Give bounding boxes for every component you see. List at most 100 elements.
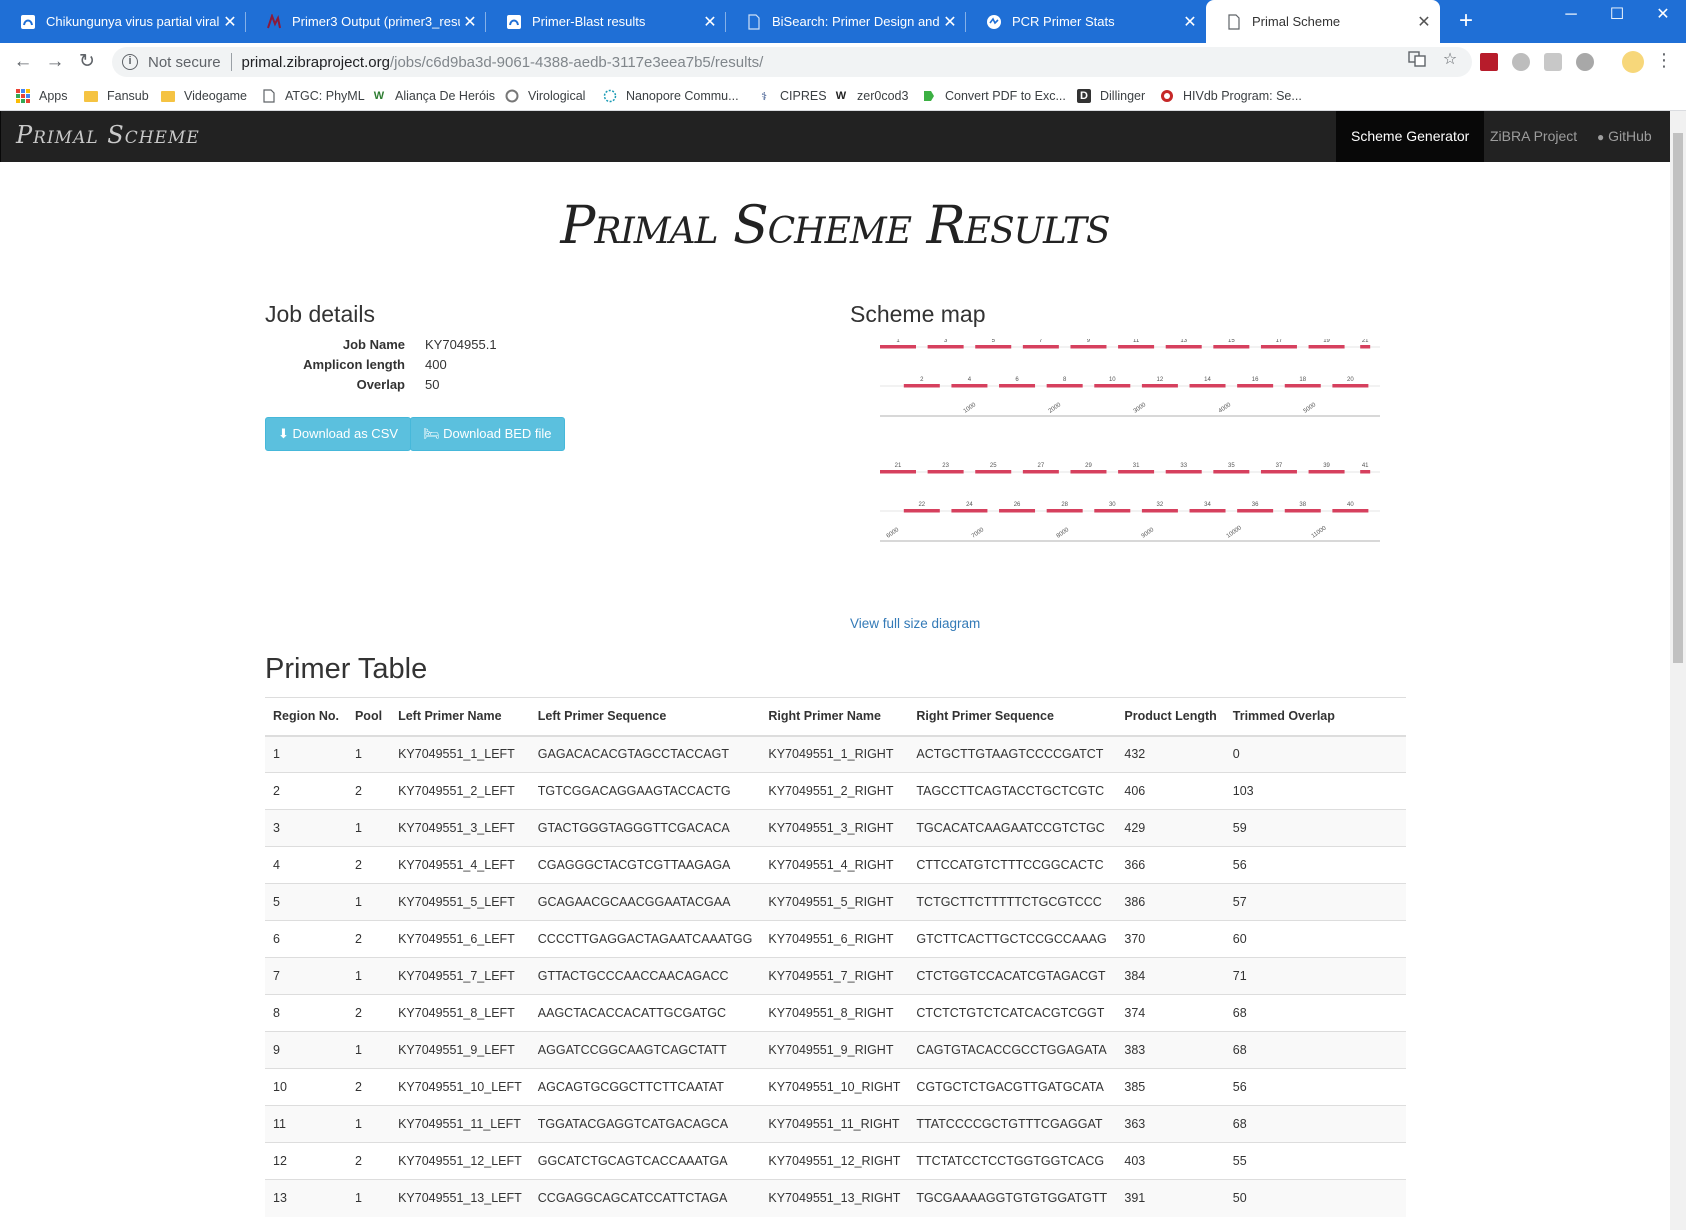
download-csv-label: Download as CSV <box>292 426 399 441</box>
axis-tick-label: 1000 <box>963 402 978 415</box>
bookmark-item[interactable]: Fansub <box>84 87 149 105</box>
browser-tab[interactable]: Primer3 Output (primer3_results. ✕ <box>246 0 486 43</box>
amplicon-bar <box>1046 509 1083 513</box>
table-cell: TGCACATCAAGAATCCGTCTGC <box>908 809 1117 847</box>
bookmark-item[interactable]: Convert PDF to Exc... <box>922 87 1066 105</box>
table-cell: 60 <box>1224 920 1406 958</box>
bookmark-label: Dillinger <box>1100 89 1146 103</box>
avatar[interactable] <box>1622 51 1644 73</box>
bookmark-item[interactable]: Apps <box>16 87 68 105</box>
brand-logo[interactable]: Primal Scheme <box>16 121 200 149</box>
table-cell: 12 <box>265 1142 347 1180</box>
back-button[interactable]: ← <box>10 49 36 75</box>
bookmark-item[interactable]: W zer0cod3 <box>834 87 909 105</box>
table-header-cell: Left Primer Sequence <box>529 697 761 737</box>
scrollbar-thumb[interactable] <box>1673 133 1683 663</box>
menu-icon[interactable]: ⋮ <box>1654 50 1674 70</box>
tab-close-icon[interactable]: ✕ <box>1180 12 1200 32</box>
page-icon <box>1226 13 1242 30</box>
table-cell: 8 <box>265 994 347 1032</box>
bookmark-item[interactable]: W Aliança De Heróis <box>372 87 495 105</box>
bookmark-item[interactable]: D Dillinger <box>1077 87 1145 105</box>
table-cell: 68 <box>1224 994 1406 1032</box>
tab-close-icon[interactable]: ✕ <box>700 12 720 32</box>
download-bed-button[interactable]: 🛏 Download BED file <box>410 417 565 451</box>
table-cell: 2 <box>265 772 347 810</box>
amplicon-label: 32 <box>1157 502 1164 508</box>
amplicon-label: 10 <box>1109 377 1116 383</box>
forward-button[interactable]: → <box>42 49 68 75</box>
table-cell: 1 <box>346 809 391 847</box>
amplicon-bar <box>1284 384 1321 388</box>
bookmark-item[interactable]: Virological <box>505 87 585 105</box>
tab-close-icon[interactable]: ✕ <box>460 12 480 32</box>
table-cell: TAGCCTTCAGTACCTGCTCGTC <box>908 772 1117 810</box>
view-full-diagram-link[interactable]: View full size diagram <box>850 616 980 631</box>
tab-close-icon[interactable]: ✕ <box>1414 12 1434 32</box>
amplicon-bar <box>1213 345 1250 349</box>
bookmark-item[interactable]: HIVdb Program: Se... <box>1160 87 1302 105</box>
job-detail-key: Job Name <box>342 337 405 352</box>
tab-title: Primer-Blast results <box>532 14 646 29</box>
table-cell: 2 <box>346 994 391 1032</box>
nav-scheme-generator[interactable]: Scheme Generator <box>1336 111 1485 162</box>
amplicon-bar <box>1189 509 1226 513</box>
amplicon-bar <box>903 509 940 513</box>
maximize-button[interactable]: ☐ <box>1594 0 1640 32</box>
table-cell: 71 <box>1224 957 1406 995</box>
bookmark-item[interactable]: Videogame <box>161 87 247 105</box>
table-cell: CTCTGGTCCACATCGTAGACGT <box>908 957 1117 995</box>
tab-close-icon[interactable]: ✕ <box>940 12 960 32</box>
table-cell: 2 <box>346 1142 391 1180</box>
table-cell: CTTCCATGTCTTTCCGGCACTC <box>908 846 1117 884</box>
minimize-button[interactable]: ─ <box>1548 0 1594 32</box>
browser-tab[interactable]: Primer-Blast results ✕ <box>486 0 726 43</box>
table-cell: CCCCTTGAGGACTAGAATCAAATGG <box>529 920 761 958</box>
table-row: 2 2 KY7049551_2_LEFT TGTCGGACAGGAAGTACCACTG… <box>265 772 1406 810</box>
info-icon[interactable]: i <box>122 54 138 70</box>
nav-zibra-project[interactable]: ZiBRA Project <box>1475 111 1592 162</box>
nav-github[interactable]: ● GitHub <box>1583 111 1666 162</box>
table-cell: GAGACACACGTAGCCTACCAGT <box>529 735 761 773</box>
extension-icon[interactable] <box>1576 53 1594 71</box>
download-csv-button[interactable]: ⬇ Download as CSV <box>265 417 412 451</box>
bookmark-item[interactable]: Nanopore Commu... <box>603 87 739 105</box>
translate-icon[interactable] <box>1407 50 1427 70</box>
close-window-button[interactable]: ✕ <box>1640 0 1686 32</box>
table-cell: KY7049551_11_RIGHT <box>760 1105 909 1143</box>
table-cell: 55 <box>1224 1142 1406 1180</box>
amplicon-bar <box>1046 384 1083 388</box>
bookmark-star-icon[interactable]: ☆ <box>1440 50 1460 70</box>
table-cell: 374 <box>1116 994 1225 1032</box>
address-bar[interactable]: i Not secure primal.zibraproject.org/job… <box>112 47 1472 77</box>
tab-strip: Chikungunya virus partial viral ch ✕ Pri… <box>0 0 1686 43</box>
table-cell: 9 <box>265 1031 347 1069</box>
amplicon-label: 40 <box>1347 502 1354 508</box>
browser-tab[interactable]: Chikungunya virus partial viral ch ✕ <box>0 0 246 43</box>
amplicon-label: 4 <box>968 377 972 383</box>
bookmark-item[interactable]: ATGC: PhyML <box>262 87 365 105</box>
new-tab-button[interactable]: + <box>1452 8 1480 36</box>
amplicon-bar <box>927 345 964 349</box>
browser-tab-active[interactable]: Primal Scheme ✕ <box>1206 0 1440 43</box>
table-header-cell: Right Primer Sequence <box>908 697 1117 737</box>
extension-icon[interactable] <box>1480 53 1498 71</box>
extension-icon[interactable] <box>1544 53 1562 71</box>
table-cell: TGGATACGAGGTCATGACAGCA <box>529 1105 761 1143</box>
extension-icon[interactable] <box>1512 53 1530 71</box>
page-scrollbar[interactable] <box>1670 111 1686 1230</box>
pdf-icon <box>922 89 936 103</box>
browser-tab[interactable]: BiSearch: Primer Design and Sear ✕ <box>726 0 966 43</box>
table-cell: TCTGCTTCTTTTTCTGCGTCCC <box>908 883 1117 921</box>
tab-close-icon[interactable]: ✕ <box>220 12 240 32</box>
bookmark-label: HIVdb Program: Se... <box>1183 89 1302 103</box>
browser-tab[interactable]: PCR Primer Stats ✕ <box>966 0 1206 43</box>
table-cell: CCGAGGCAGCATCCATTCTAGA <box>529 1179 761 1217</box>
table-header-cell: Region No. <box>265 697 347 737</box>
bookmark-item[interactable]: ⚕ CIPRES <box>757 87 827 105</box>
page-viewport: Primal Scheme Scheme Generator ZiBRA Pro… <box>0 111 1670 1230</box>
table-cell: GTCTTCACTTGCTCCGCCAAAG <box>908 920 1117 958</box>
table-cell: 1 <box>346 1031 391 1069</box>
table-cell: KY7049551_11_LEFT <box>390 1105 530 1143</box>
reload-button[interactable]: ↻ <box>74 49 100 75</box>
